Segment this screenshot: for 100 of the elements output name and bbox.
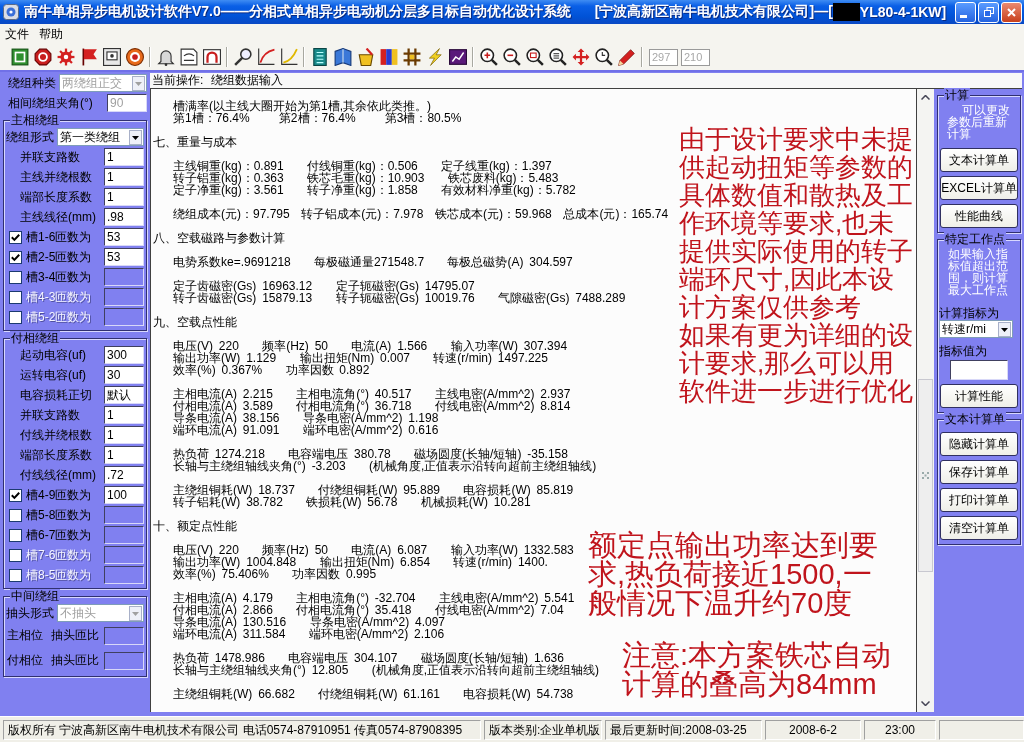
- scrollbar[interactable]: [917, 89, 934, 712]
- scroll-up-icon[interactable]: [921, 95, 930, 100]
- zoom-window-icon[interactable]: [525, 48, 544, 66]
- input-field[interactable]: 30: [104, 366, 144, 384]
- action-button[interactable]: 隐藏计算单: [940, 432, 1018, 456]
- hint-text: 可以更改参数后重新计算: [947, 104, 1011, 140]
- bell-icon[interactable]: [156, 48, 175, 66]
- minimize-button[interactable]: [955, 1, 976, 23]
- section-heading: 七、重量与成本: [153, 136, 237, 148]
- checkbox-label: 槽4-3匝数为: [26, 288, 93, 306]
- input-field[interactable]: 53: [104, 228, 144, 246]
- input-field[interactable]: [104, 546, 144, 564]
- input-field[interactable]: 1: [104, 406, 144, 424]
- dropdown[interactable]: 第一类绕组: [57, 128, 144, 146]
- input-field[interactable]: [950, 360, 1008, 380]
- grid-icon[interactable]: [402, 48, 421, 66]
- field-label: 端部长度系数: [20, 188, 93, 206]
- color-bars-icon[interactable]: [379, 48, 398, 66]
- checkbox[interactable]: [9, 528, 22, 542]
- input-field[interactable]: 53: [104, 248, 144, 266]
- curve-chart-icon[interactable]: [256, 48, 275, 66]
- report-line: 端环电流(A) 311.584 端环电密(A/mm^2) 2.106: [173, 628, 445, 640]
- stop-icon[interactable]: [33, 48, 52, 66]
- action-button[interactable]: 文本计算单: [940, 148, 1018, 172]
- status-pane: 2008-6-2: [765, 719, 861, 740]
- zoom-in-icon[interactable]: [479, 48, 498, 66]
- action-button[interactable]: 打印计算单: [940, 488, 1018, 512]
- striped-block-icon[interactable]: [310, 48, 329, 66]
- pencil-icon[interactable]: [617, 48, 636, 66]
- report-line: 热负荷 1478.986 电容端电压 304.107 磁场圆度(长轴/短轴) 1.636: [173, 652, 564, 664]
- input-field[interactable]: 1: [104, 426, 144, 444]
- framed-square-icon[interactable]: [10, 48, 29, 66]
- scroll-thumb[interactable]: [918, 378, 933, 572]
- field-label: 抽头匝比: [51, 652, 100, 669]
- input-field[interactable]: [104, 566, 144, 584]
- report-line: 转子铝重(kg)：0.363 铁芯毛重(kg)：10.903 铁芯废料(kg)：5.483: [173, 172, 559, 184]
- input-field[interactable]: .98: [104, 208, 144, 226]
- checkbox-label: 槽1-6匝数为: [26, 228, 93, 246]
- field-label: 并联支路数: [20, 148, 81, 166]
- document-icon[interactable]: [179, 48, 198, 66]
- input-field[interactable]: [104, 626, 144, 645]
- checkbox[interactable]: [9, 508, 22, 522]
- input-field[interactable]: 1: [104, 168, 144, 186]
- caret-icon: [998, 321, 1011, 337]
- gear-icon[interactable]: [56, 48, 75, 66]
- zoom-lines-icon[interactable]: [548, 48, 567, 66]
- report-line: 效率(%) 0.367% 功率因数 0.892: [173, 364, 370, 376]
- report-line: 付相电流(A) 3.589 付相电流角(°) 36.718 付线电密(A/mm^2) 8.814: [173, 400, 571, 412]
- input-field[interactable]: 1: [104, 446, 144, 464]
- input-field[interactable]: 300: [104, 346, 144, 364]
- checkbox-label: 槽5-2匝数为: [26, 308, 93, 326]
- input-field[interactable]: [104, 526, 144, 544]
- checkbox[interactable]: [9, 250, 22, 264]
- report-line: 槽满率(以主线大圈开始为第1槽,其余依此类推。): [173, 100, 431, 112]
- action-button[interactable]: 性能曲线: [940, 204, 1018, 228]
- checkbox[interactable]: [9, 488, 22, 502]
- input-field[interactable]: 默认: [104, 386, 144, 404]
- close-button[interactable]: [1001, 1, 1022, 23]
- redaction-block: [832, 3, 860, 21]
- book-icon[interactable]: [333, 48, 352, 66]
- action-button[interactable]: 清空计算单: [940, 516, 1018, 540]
- arch-icon[interactable]: [202, 48, 221, 66]
- report-line: 导条电流(A) 130.516 导条电密(A/mm^2) 4.097: [173, 616, 446, 628]
- loupe-icon[interactable]: [233, 48, 252, 66]
- bucket-icon[interactable]: [356, 48, 375, 66]
- field-label: 主线并绕根数: [20, 168, 93, 186]
- field-label: 付线并绕根数: [20, 426, 93, 444]
- scroll-down-icon[interactable]: [921, 701, 930, 706]
- input-field[interactable]: .72: [104, 466, 144, 484]
- field-label: 电容损耗正切: [20, 386, 93, 404]
- report-line: 绕组成本(元)：97.795 转子铝成本(元)：7.978 铁芯成本(元)：59.968 总成本(元)：165.74: [173, 208, 669, 220]
- input-field[interactable]: [104, 506, 144, 524]
- input-field[interactable]: 1: [104, 188, 144, 206]
- move-icon[interactable]: [571, 48, 590, 66]
- dropdown[interactable]: 转速r/mi: [939, 320, 1013, 338]
- input-field[interactable]: [104, 308, 144, 326]
- action-button[interactable]: 保存计算单: [940, 460, 1018, 484]
- report-line: 主绕组铜耗(W) 66.682 付绕组铜耗(W) 61.161 电容损耗(W) 54.738: [173, 688, 574, 700]
- menu-item[interactable]: 帮助: [34, 26, 68, 42]
- graph-window-icon[interactable]: [448, 48, 467, 66]
- checkbox-label: 槽4-9匝数为: [26, 486, 93, 504]
- target-icon[interactable]: [125, 48, 144, 66]
- input-field[interactable]: [104, 288, 144, 306]
- action-button[interactable]: EXCEL计算单: [940, 176, 1018, 200]
- checkbox[interactable]: [9, 230, 22, 244]
- rising-curve-icon[interactable]: [279, 48, 298, 66]
- action-button[interactable]: 计算性能: [940, 384, 1018, 408]
- magnifier-clock-icon[interactable]: [594, 48, 613, 66]
- input-field[interactable]: 100: [104, 486, 144, 504]
- input-field[interactable]: [104, 268, 144, 286]
- status-pane: 23:00: [864, 719, 936, 740]
- report-line: 定子齿磁密(Gs) 16963.12 定子轭磁密(Gs) 14795.07: [173, 280, 475, 292]
- field-label: 相间绕组夹角(°): [8, 94, 94, 112]
- input-field[interactable]: [104, 651, 144, 670]
- input-field[interactable]: 1: [104, 148, 144, 166]
- zoom-out-icon[interactable]: [502, 48, 521, 66]
- restore-button[interactable]: [978, 1, 999, 23]
- menu-item[interactable]: 文件: [0, 26, 34, 42]
- picture-frame-icon[interactable]: [102, 48, 121, 66]
- checkbox[interactable]: [9, 270, 22, 284]
